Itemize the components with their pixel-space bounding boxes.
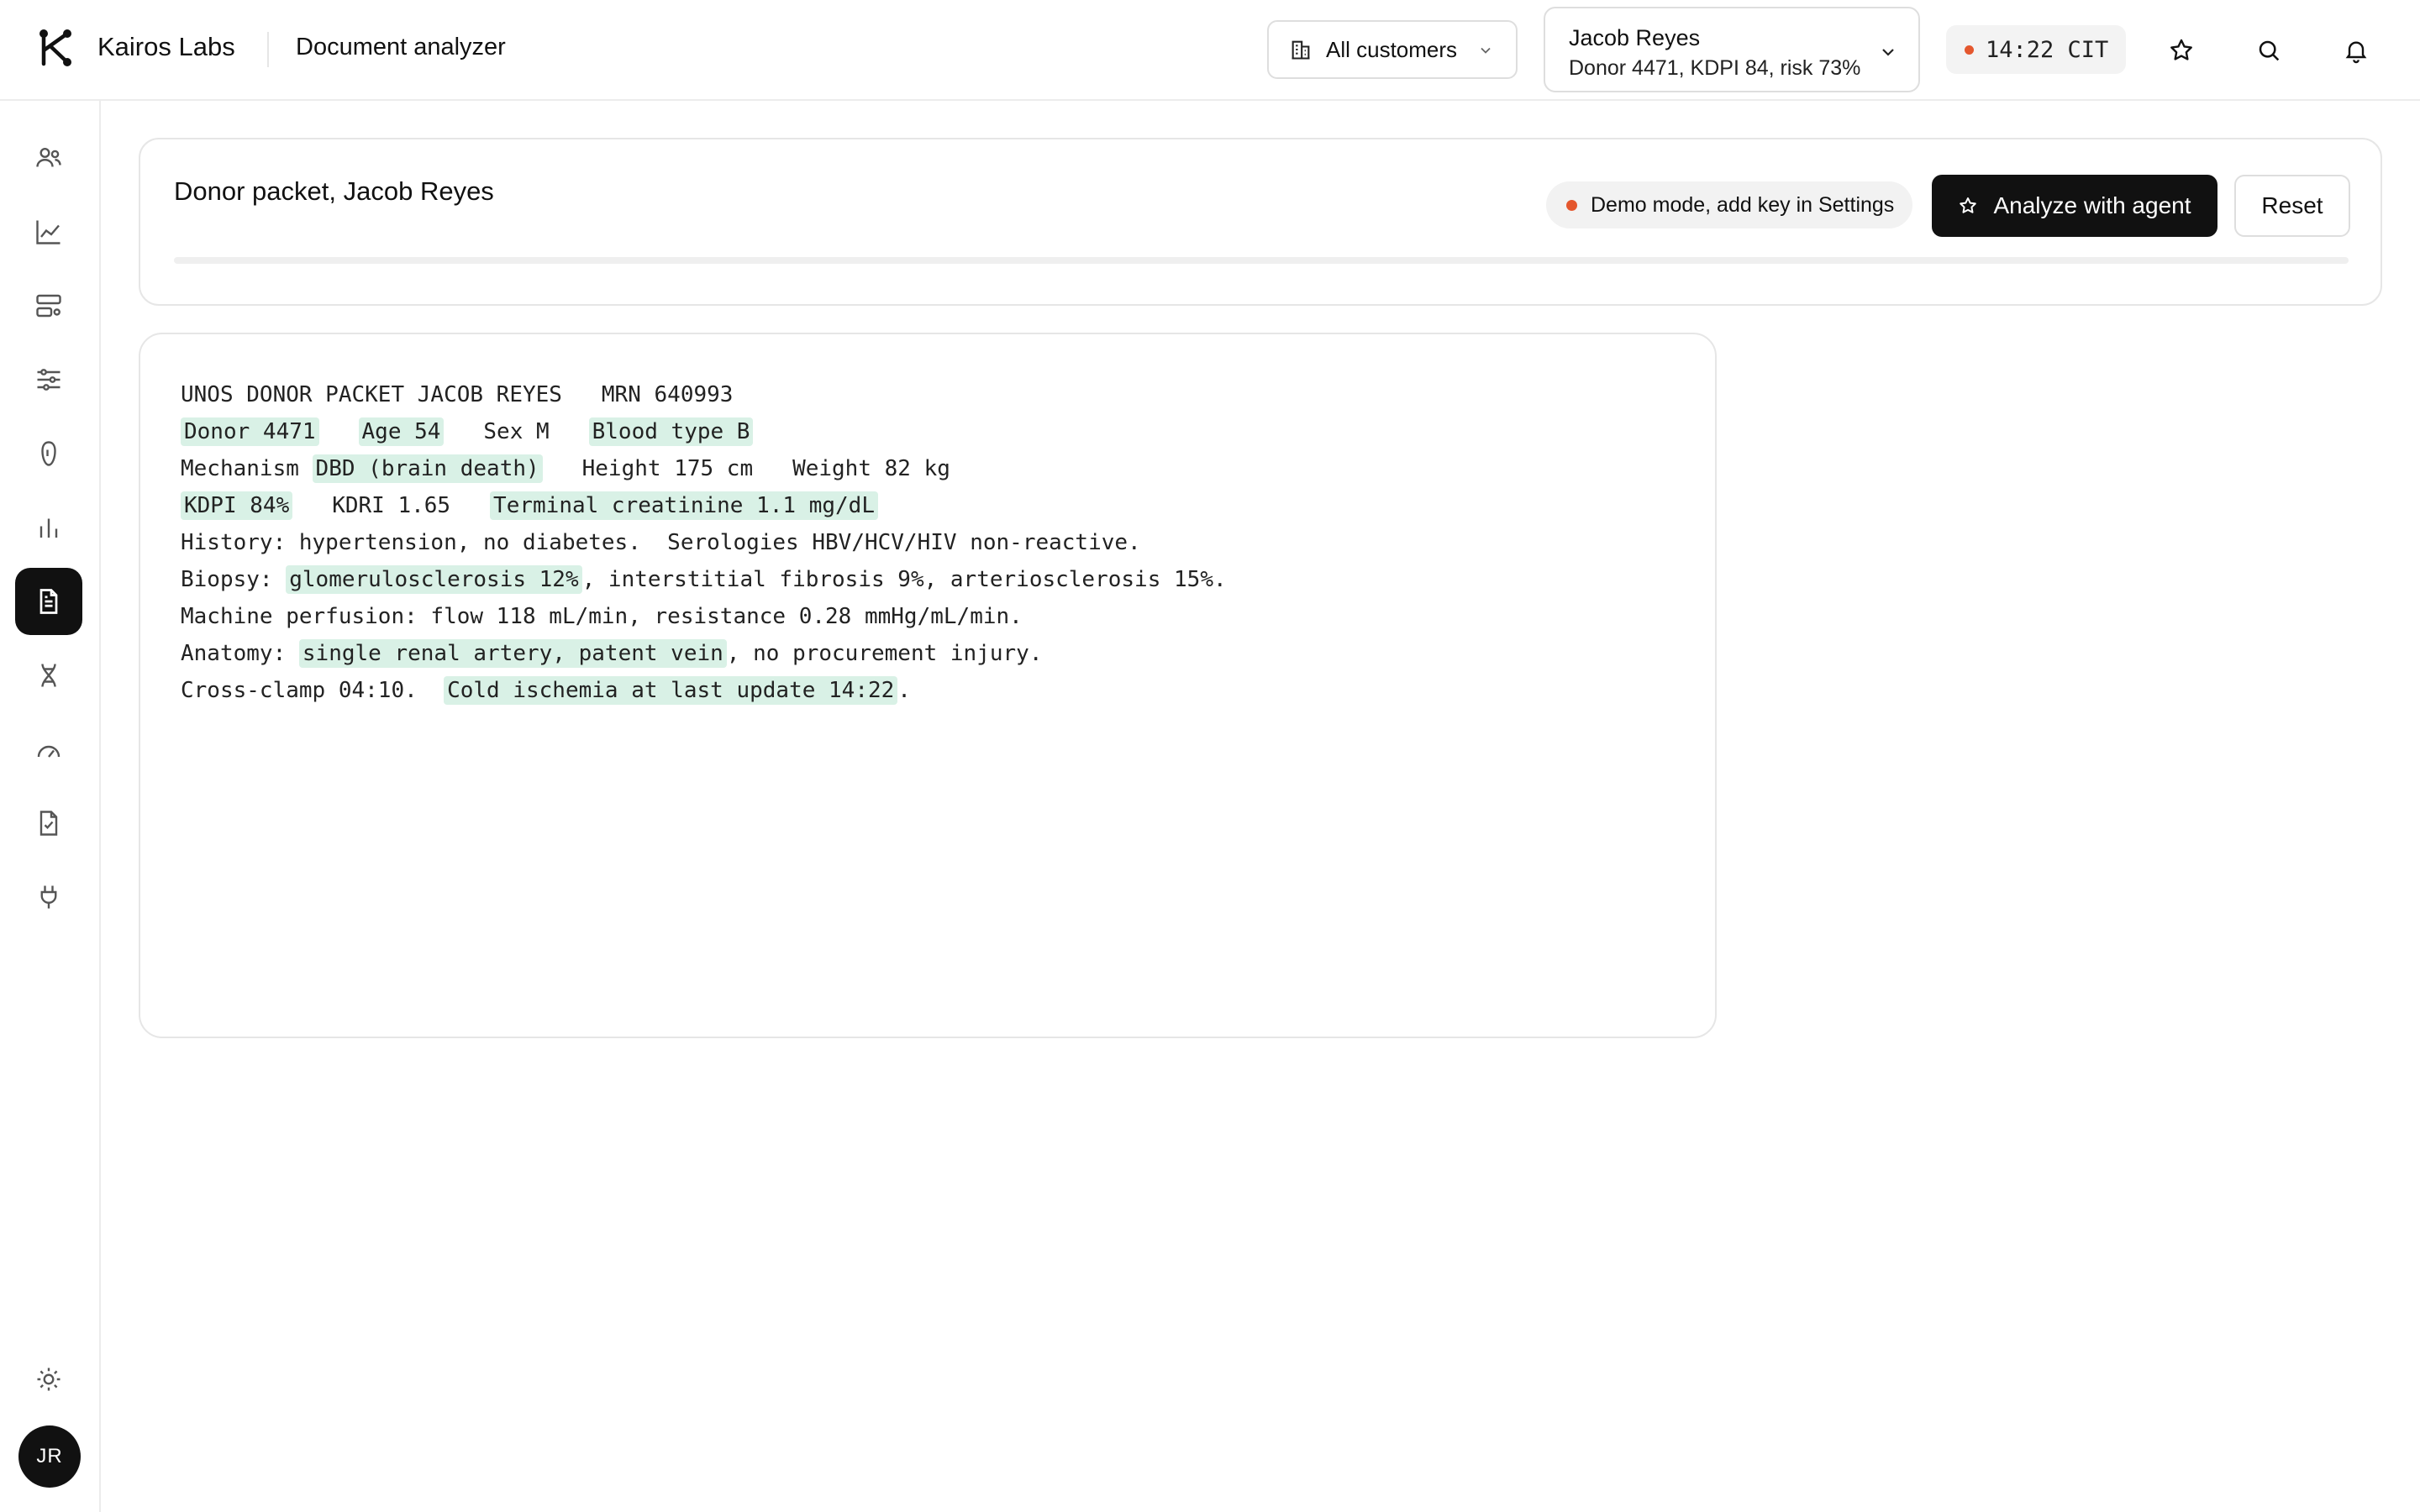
sidebar: JR: [0, 101, 101, 1512]
document-text-segment: Anatomy:: [181, 641, 299, 666]
extracted-entity-highlight[interactable]: KDPI 84%: [181, 491, 293, 520]
sidebar-item-integrations[interactable]: [15, 864, 82, 931]
document-text-segment: , no procurement injury.: [726, 641, 1043, 666]
document-text-segment: Sex M: [444, 419, 589, 444]
dna-icon: [41, 664, 56, 687]
kidney-icon: [41, 441, 56, 466]
gauge-icon: [37, 745, 60, 758]
status-clock: 14:22 CIT: [1946, 25, 2126, 74]
document-text-segment: Mechanism: [181, 456, 313, 481]
customer-filter-label: All customers: [1326, 36, 1458, 62]
analysis-progress-bar: [174, 257, 2349, 264]
theme-toggle-button[interactable]: [15, 1346, 82, 1413]
servers-icon: [36, 294, 61, 318]
extracted-entity-highlight[interactable]: Terminal creatinine 1.1 mg/dL: [490, 491, 878, 520]
sidebar-item-analytics[interactable]: [15, 494, 82, 561]
extracted-entity-highlight[interactable]: Age 54: [358, 417, 445, 446]
document-title: Donor packet, Jacob Reyes: [174, 176, 494, 206]
checklist-icon: [39, 811, 58, 836]
user-avatar[interactable]: JR: [18, 1425, 81, 1488]
notifications-button[interactable]: [2334, 29, 2378, 72]
document-text-segment: , interstitial fibrosis 9%, arterioscler…: [581, 567, 1227, 592]
document-text-segment: History: hypertension, no diabetes. Sero…: [181, 530, 1141, 555]
favorite-button[interactable]: [2160, 29, 2203, 72]
document-line: KDPI 84% KDRI 1.65 Terminal creatinine 1…: [181, 487, 1227, 524]
document-line: UNOS DONOR PACKET JACOB REYES MRN 640993: [181, 376, 1227, 413]
search-button[interactable]: [2247, 29, 2291, 72]
document-text: UNOS DONOR PACKET JACOB REYES MRN 640993…: [181, 376, 1227, 709]
app-header: Kairos Labs Document analyzer All custom…: [0, 0, 2420, 101]
sidebar-item-review[interactable]: [15, 790, 82, 857]
document-viewer: UNOS DONOR PACKET JACOB REYES MRN 640993…: [139, 333, 1717, 1038]
status-dot: [1965, 45, 1974, 55]
extracted-entity-highlight[interactable]: Donor 4471: [181, 417, 319, 446]
document-text-segment: Height 175 cm Weight 82 kg: [542, 456, 950, 481]
extracted-entity-highlight[interactable]: DBD (brain death): [312, 454, 543, 483]
document-line: Anatomy: single renal artery, patent vei…: [181, 635, 1227, 672]
document-line: Biopsy: glomerulosclerosis 12%, intersti…: [181, 561, 1227, 598]
brand-name: Kairos Labs: [97, 32, 235, 61]
analyze-with-agent-button[interactable]: Analyze with agent: [1932, 175, 2217, 237]
analyze-button-label: Analyze with agent: [1993, 192, 2191, 218]
extracted-entity-highlight[interactable]: single renal artery, patent vein: [298, 639, 727, 668]
document-line: Cross-clamp 04:10. Cold ischemia at last…: [181, 672, 1227, 709]
line-chart-icon: [36, 220, 60, 244]
document-icon: [39, 589, 58, 614]
extracted-entity-highlight[interactable]: glomerulosclerosis 12%: [286, 565, 582, 594]
document-text-segment: .: [897, 678, 911, 703]
sidebar-item-genetics[interactable]: [15, 642, 82, 709]
document-line: Machine perfusion: flow 118 mL/min, resi…: [181, 598, 1227, 635]
document-text-segment: [319, 419, 359, 444]
patient-summary: Donor 4471, KDPI 84, risk 73%: [1569, 56, 1861, 81]
sliders-icon: [37, 369, 60, 391]
demo-mode-text: Demo mode, add key in Settings: [1591, 192, 1895, 217]
star-icon: [2170, 39, 2192, 60]
search-icon: [2259, 40, 2280, 61]
sparkle-icon: [1960, 197, 1977, 213]
extracted-entity-highlight[interactable]: Blood type B: [588, 417, 754, 446]
document-line: Donor 4471 Age 54 Sex M Blood type B: [181, 413, 1227, 450]
kairos-logo-icon[interactable]: [37, 27, 74, 69]
bar-chart-icon: [39, 518, 58, 538]
patient-selector[interactable]: Jacob Reyes Donor 4471, KDPI 84, risk 73…: [1544, 7, 1920, 92]
users-icon: [36, 148, 61, 167]
bell-icon: [2345, 41, 2367, 64]
extracted-entity-highlight[interactable]: Cold ischemia at last update 14:22: [444, 676, 898, 705]
document-text-segment: Cross-clamp 04:10.: [181, 678, 445, 703]
sidebar-item-filters[interactable]: [15, 346, 82, 413]
page-title: Document analyzer: [296, 34, 506, 60]
header-divider: [267, 32, 269, 67]
sidebar-item-customers[interactable]: [15, 124, 82, 192]
document-line: Mechanism DBD (brain death) Height 175 c…: [181, 450, 1227, 487]
document-line: History: hypertension, no diabetes. Sero…: [181, 524, 1227, 561]
plug-icon: [40, 885, 57, 909]
chevron-down-icon: [1481, 47, 1491, 54]
sidebar-item-organs[interactable]: [15, 420, 82, 487]
status-dot: [1566, 199, 1577, 211]
clock-time: 14:22 CIT: [1986, 36, 2109, 63]
demo-mode-badge: Demo mode, add key in Settings: [1546, 181, 1913, 228]
analysis-toolbar-card: Donor packet, Jacob Reyes Demo mode, add…: [139, 138, 2382, 306]
sun-icon: [37, 1368, 60, 1391]
document-text-segment: KDRI 1.65: [292, 493, 491, 518]
sidebar-item-documents[interactable]: [15, 568, 82, 635]
sidebar-item-infrastructure[interactable]: [15, 272, 82, 339]
document-text-segment: UNOS DONOR PACKET JACOB REYES MRN 640993: [181, 382, 734, 407]
chevron-down-icon: [1882, 49, 1894, 56]
patient-name: Jacob Reyes: [1569, 25, 1701, 50]
sidebar-item-trends[interactable]: [15, 198, 82, 265]
document-text-segment: Biopsy:: [181, 567, 287, 592]
building-icon: [1292, 40, 1310, 60]
document-text-segment: Machine perfusion: flow 118 mL/min, resi…: [181, 604, 1023, 629]
reset-button[interactable]: Reset: [2234, 175, 2350, 237]
sidebar-item-performance[interactable]: [15, 716, 82, 783]
customer-filter-dropdown[interactable]: All customers: [1267, 20, 1518, 79]
